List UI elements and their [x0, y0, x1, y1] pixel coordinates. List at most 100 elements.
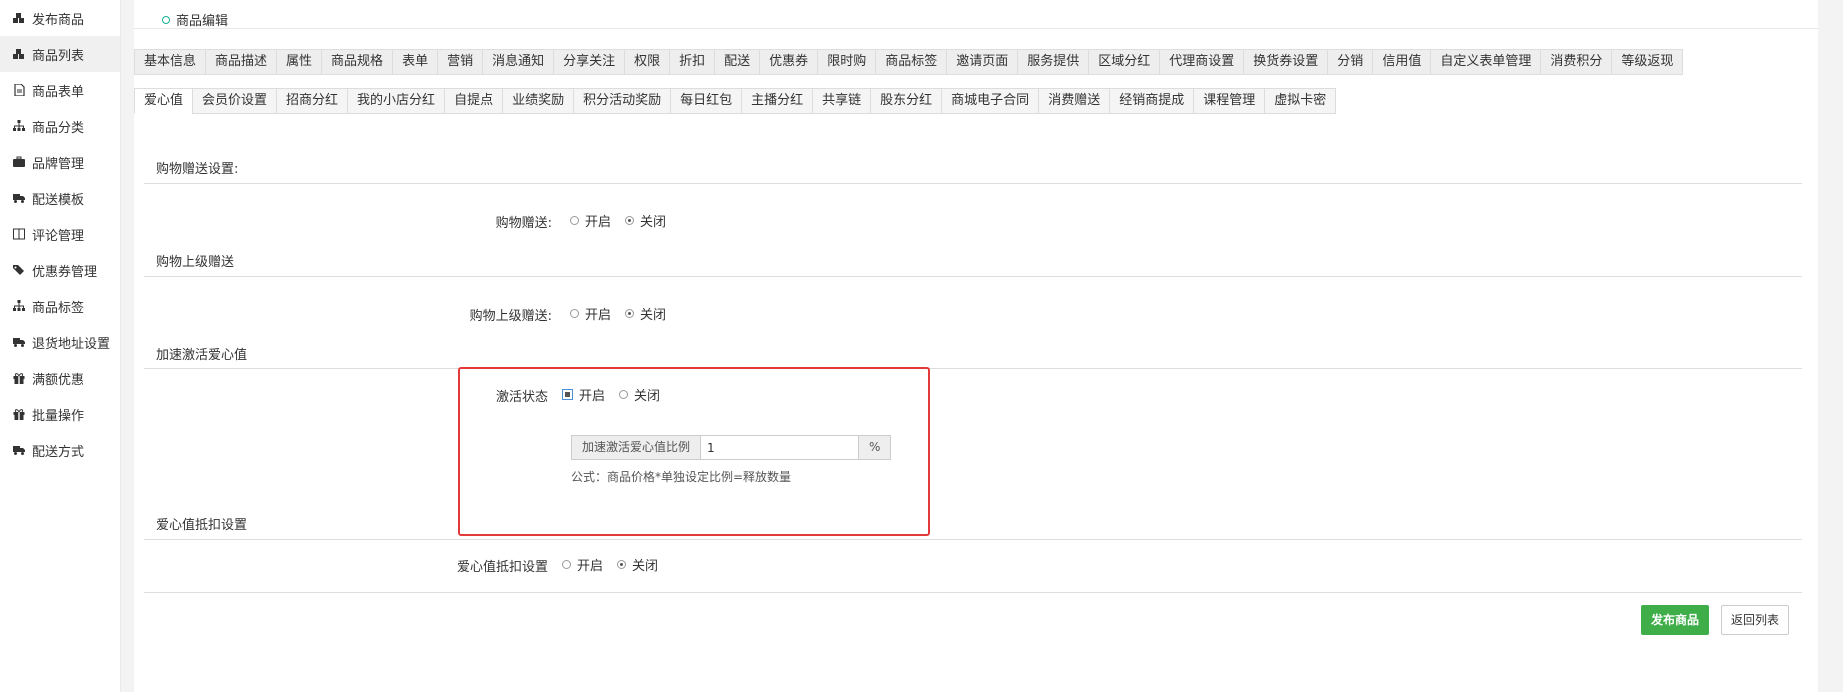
circle-icon: [162, 15, 170, 24]
radio-group-deduct: 开启 关闭: [562, 555, 672, 574]
breadcrumb-label: 商品编辑: [176, 14, 229, 29]
tab[interactable]: 折扣: [669, 49, 716, 75]
file-icon: [12, 83, 26, 97]
radio-shopping-gift-on[interactable]: 开启: [570, 211, 611, 230]
tab[interactable]: 区域分红: [1088, 49, 1161, 75]
tab[interactable]: 积分活动奖励: [573, 88, 672, 114]
tab[interactable]: 服务提供: [1017, 49, 1090, 75]
breadcrumb: 商品编辑: [162, 10, 228, 29]
gift-icon: [12, 371, 26, 385]
tab[interactable]: 商品标签: [875, 49, 948, 75]
sitemap-icon: [12, 119, 26, 133]
tab[interactable]: 会员价设置: [192, 88, 278, 114]
radio-deduct-on[interactable]: 开启: [562, 555, 603, 574]
sidebar-item-label: 商品表单: [32, 84, 85, 100]
sidebar-item[interactable]: 配送模板: [0, 180, 120, 216]
divider: [144, 368, 1802, 369]
radio-label: 开启: [585, 308, 612, 323]
sidebar: 发布商品商品列表商品表单商品分类品牌管理配送模板 评论管理优惠券管理商品标签 退货地…: [0, 0, 121, 692]
tab[interactable]: 邀请页面: [946, 49, 1019, 75]
tab[interactable]: 限时购: [817, 49, 877, 75]
sidebar-item[interactable]: 批量操作: [0, 396, 120, 432]
radio-icon[interactable]: [562, 560, 571, 569]
tab[interactable]: 商品规格: [321, 49, 394, 75]
tab[interactable]: 我的小店分红: [347, 88, 446, 114]
divider: [144, 539, 1802, 540]
tab[interactable]: 爱心值: [134, 88, 194, 114]
sidebar-item[interactable]: 退货地址设置: [0, 324, 120, 360]
sidebar-item[interactable]: 配送方式: [0, 432, 120, 468]
sidebar-item[interactable]: 商品列表: [0, 36, 120, 72]
radio-superior-gift-on[interactable]: 开启: [570, 304, 611, 323]
sidebar-item[interactable]: 商品分类: [0, 108, 120, 144]
sidebar-item-label: 优惠券管理: [32, 264, 98, 280]
radio-label: 关闭: [632, 559, 659, 574]
tab[interactable]: 主播分红: [741, 88, 814, 114]
sidebar-item[interactable]: 评论管理: [0, 216, 120, 252]
tab[interactable]: 信用值: [1372, 49, 1432, 75]
tab[interactable]: 分销: [1327, 49, 1374, 75]
tab[interactable]: 属性: [276, 49, 323, 75]
tab[interactable]: 虚拟卡密: [1264, 88, 1337, 114]
tab[interactable]: 分享关注: [553, 49, 626, 75]
tab[interactable]: 代理商设置: [1159, 49, 1245, 75]
tab[interactable]: 优惠券: [759, 49, 819, 75]
tab[interactable]: 表单: [392, 49, 439, 75]
sidebar-item[interactable]: 商品标签: [0, 288, 120, 324]
tab[interactable]: 商品描述: [205, 49, 278, 75]
tab[interactable]: 招商分红: [276, 88, 349, 114]
tab[interactable]: 经销商提成: [1109, 88, 1195, 114]
radio-label: 开启: [577, 559, 604, 574]
divider: [144, 592, 1802, 593]
tab[interactable]: 消息通知: [482, 49, 555, 75]
tab[interactable]: 配送: [714, 49, 761, 75]
back-to-list-button[interactable]: 返回列表: [1721, 605, 1790, 635]
tab[interactable]: 业绩奖励: [502, 88, 575, 114]
radio-icon[interactable]: [570, 309, 579, 318]
tabs-row-primary: 基本信息 商品描述 属性 商品规格 表单 营销 消息通知 分享关注 权限 折扣 配送 优惠券 限时购 商品…: [134, 49, 1684, 75]
tab[interactable]: 消费积分: [1540, 49, 1613, 75]
sidebar-item[interactable]: 商品表单: [0, 72, 120, 108]
tab[interactable]: 共享链: [812, 88, 872, 114]
tab[interactable]: 营销: [437, 49, 484, 75]
divider: [134, 28, 1818, 29]
section-title-superior-gift: 购物上级赠送: [156, 255, 235, 270]
section-title-deduct: 爱心值抵扣设置: [156, 518, 248, 533]
truck-icon: [12, 335, 26, 349]
sidebar-item-label: 品牌管理: [32, 156, 85, 172]
tab[interactable]: 权限: [624, 49, 671, 75]
radio-shopping-gift-off[interactable]: 关闭: [625, 211, 666, 230]
tab[interactable]: 消费赠送: [1038, 88, 1111, 114]
tab[interactable]: 课程管理: [1193, 88, 1266, 114]
columns-icon: [12, 227, 26, 241]
sidebar-item-label: 商品分类: [32, 120, 85, 136]
radio-icon[interactable]: [625, 309, 635, 318]
publish-button[interactable]: 发布商品: [1641, 605, 1710, 635]
radio-superior-gift-off[interactable]: 关闭: [625, 304, 666, 323]
divider: [144, 276, 1802, 277]
radio-icon[interactable]: [617, 560, 627, 569]
tab[interactable]: 自定义表单管理: [1430, 49, 1542, 75]
truck-icon: [12, 191, 26, 205]
radio-icon[interactable]: [570, 216, 579, 225]
sidebar-item[interactable]: 优惠券管理: [0, 252, 120, 288]
sidebar-item-label: 批量操作: [32, 408, 85, 424]
sidebar-item[interactable]: 品牌管理: [0, 144, 120, 180]
tags-icon: [12, 263, 26, 277]
radio-deduct-off[interactable]: 关闭: [617, 555, 658, 574]
tab[interactable]: 基本信息: [134, 49, 207, 75]
gift-icon: [12, 407, 26, 421]
sidebar-item[interactable]: 满额优惠: [0, 360, 120, 396]
radio-group-superior-gift: 开启 关闭: [570, 304, 680, 323]
tab[interactable]: 换货券设置: [1243, 49, 1329, 75]
sidebar-item-label: 满额优惠: [32, 372, 85, 388]
tab[interactable]: 每日红包: [670, 88, 743, 114]
sidebar-item-label: 商品列表: [32, 48, 85, 64]
sidebar-item[interactable]: 发布商品: [0, 0, 120, 36]
tab[interactable]: 商城电子合同: [941, 88, 1040, 114]
tab[interactable]: 等级返现: [1611, 49, 1684, 75]
tab[interactable]: 自提点: [444, 88, 504, 114]
radio-icon[interactable]: [625, 216, 635, 225]
tab[interactable]: 股东分红: [870, 88, 943, 114]
truck-icon: [12, 443, 26, 457]
